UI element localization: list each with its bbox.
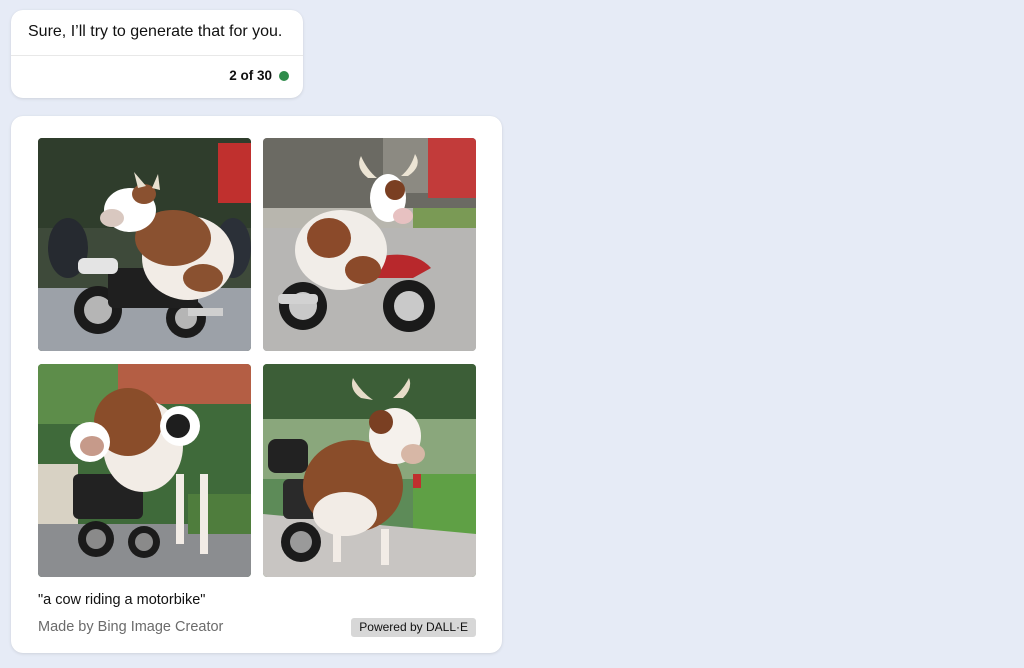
turn-counter-text: 2 of 30	[229, 68, 272, 83]
image-prompt-text: "a cow riding a motorbike"	[38, 592, 206, 608]
generated-image-2[interactable]	[263, 138, 476, 351]
status-dot-icon	[279, 70, 289, 81]
made-by-bing-link[interactable]: Made by Bing Image Creator	[38, 619, 223, 635]
turn-counter: 2 of 30	[229, 68, 289, 83]
image-creator-card: "a cow riding a motorbike" Made by Bing …	[11, 116, 502, 653]
generated-image-3[interactable]	[38, 364, 251, 577]
cow-motorbike-image-2	[263, 138, 476, 351]
cow-motorbike-image-3	[38, 364, 251, 577]
assistant-message-bubble: Sure, I’ll try to generate that for you.…	[11, 10, 303, 98]
cow-motorbike-image-4	[263, 364, 476, 577]
assistant-message-text: Sure, I’ll try to generate that for you.	[28, 23, 283, 40]
powered-by-dalle-badge[interactable]: Powered by DALL·E	[351, 618, 476, 637]
message-divider	[11, 55, 303, 56]
generated-image-1[interactable]	[38, 138, 251, 351]
generated-image-4[interactable]	[263, 364, 476, 577]
cow-motorbike-image-1	[38, 138, 251, 351]
